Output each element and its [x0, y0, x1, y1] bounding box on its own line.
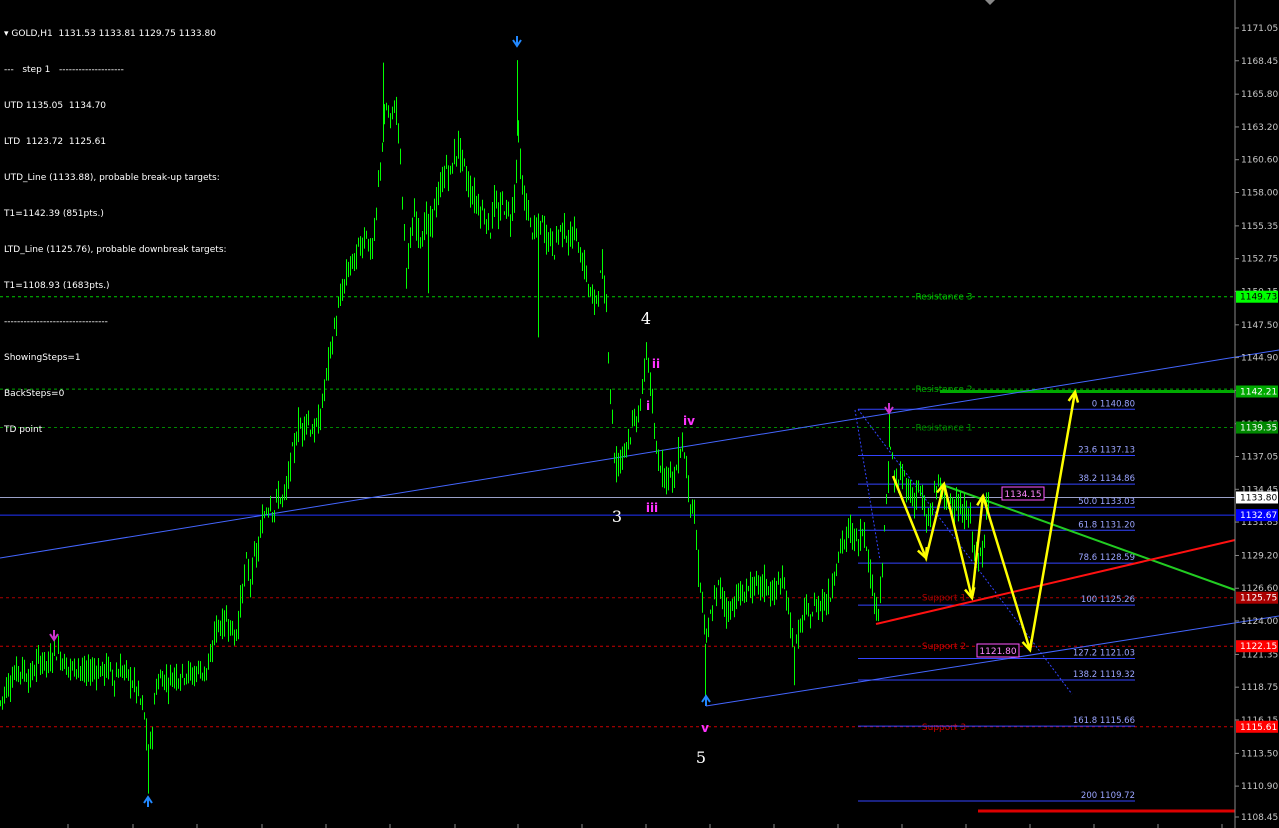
level-label: Support 2 [922, 642, 966, 652]
info-line: T1=1142.39 (851pts.) [4, 209, 104, 219]
info-line: UTD 1135.05 1134.70 [4, 101, 107, 111]
info-line: UTD_Line (1133.88), probable break-up ta… [4, 173, 220, 183]
axis-tick-label: 1163.20 [1241, 123, 1278, 133]
info-line: LTD_Line (1125.76), probable downbreak t… [4, 245, 227, 255]
axis-tick-label: 1168.45 [1241, 57, 1278, 67]
axis-tick-label: 1110.90 [1241, 782, 1278, 792]
info-line: --- step 1 -------------------- [4, 65, 124, 75]
price-box-label: 1134.15 [1004, 490, 1041, 500]
axis-price-tag-label: 1115.61 [1240, 723, 1277, 733]
wave-label: 3 [612, 507, 622, 526]
info-line: T1=1108.93 (1683pts.) [4, 281, 110, 291]
indicator-info-panel: ▾ GOLD,H1 1131.53 1133.81 1129.75 1133.8… [4, 4, 227, 448]
fib-level-label: 61.8 1131.20 [1078, 520, 1135, 530]
axis-tick-label: 1137.05 [1241, 453, 1278, 463]
axis-price-tag-label: 1149.73 [1240, 293, 1277, 303]
wave-label: 5 [696, 748, 706, 767]
chart-symbol: GOLD,H1 [11, 29, 53, 39]
price-box-label: 1121.80 [979, 647, 1016, 657]
axis-tick-label: 1129.20 [1241, 551, 1278, 561]
fib-level-label: 23.6 1137.13 [1078, 446, 1135, 456]
info-line: -------------------------------- [4, 317, 108, 327]
fib-level-label: 38.2 1134.86 [1078, 474, 1135, 484]
axis-price-tag-label: 1139.35 [1240, 424, 1277, 434]
chart-header: ▾ GOLD,H1 1131.53 1133.81 1129.75 1133.8… [4, 28, 227, 40]
fib-level-label: 200 1109.72 [1081, 791, 1135, 801]
sub-wave-label: iv [683, 414, 695, 428]
axis-tick-label: 1158.00 [1241, 188, 1278, 198]
level-label: Support 3 [922, 723, 966, 733]
axis-price-tag-label: 1125.75 [1240, 594, 1277, 604]
axis-tick-label: 1144.90 [1241, 354, 1278, 364]
axis-tick-label: 1160.60 [1241, 156, 1278, 166]
axis-price-tag-label: 1122.15 [1240, 642, 1277, 652]
fib-level-label: 78.6 1128.59 [1078, 553, 1135, 563]
level-label: Resistance 1 [915, 424, 972, 434]
axis-tick-label: 1108.45 [1241, 813, 1278, 823]
axis-price-tag-label: 1133.80 [1240, 493, 1277, 503]
fib-level-label: 161.8 1115.66 [1073, 716, 1135, 726]
info-line: TD point [4, 425, 43, 435]
axis-tick-label: 1155.35 [1241, 222, 1278, 232]
axis-tick-label: 1165.80 [1241, 90, 1278, 100]
sub-wave-label: v [701, 721, 709, 735]
axis-tick-label: 1113.50 [1241, 749, 1278, 759]
axis-price-tag-label: 1132.67 [1240, 511, 1277, 521]
fib-level-label: 0 1140.80 [1092, 399, 1135, 409]
level-label: Resistance 3 [915, 293, 972, 303]
fib-level-label: 100 1125.26 [1081, 595, 1135, 605]
sub-wave-label: ii [652, 357, 660, 371]
info-line: ShowingSteps=1 [4, 353, 81, 363]
info-line: BackSteps=0 [4, 389, 65, 399]
axis-tick-label: 1124.00 [1241, 617, 1278, 627]
axis-tick-label: 1118.75 [1241, 683, 1278, 693]
fib-level-label: 127.2 1121.03 [1073, 648, 1135, 658]
info-line: LTD 1123.72 1125.61 [4, 137, 107, 147]
sub-wave-label: iii [646, 501, 658, 515]
axis-tick-label: 1147.50 [1241, 321, 1278, 331]
sub-wave-label: i [646, 399, 650, 413]
chart-ohlc: 1131.53 1133.81 1129.75 1133.80 [58, 29, 216, 39]
fib-level-label: 50.0 1133.03 [1078, 497, 1135, 507]
axis-tick-label: 1171.05 [1241, 24, 1278, 34]
axis-price-tag-label: 1142.21 [1240, 387, 1277, 397]
level-label: Support 1 [922, 594, 966, 604]
wave-label: 4 [641, 309, 651, 328]
fib-level-label: 138.2 1119.32 [1073, 670, 1135, 680]
axis-tick-label: 1152.75 [1241, 255, 1278, 265]
